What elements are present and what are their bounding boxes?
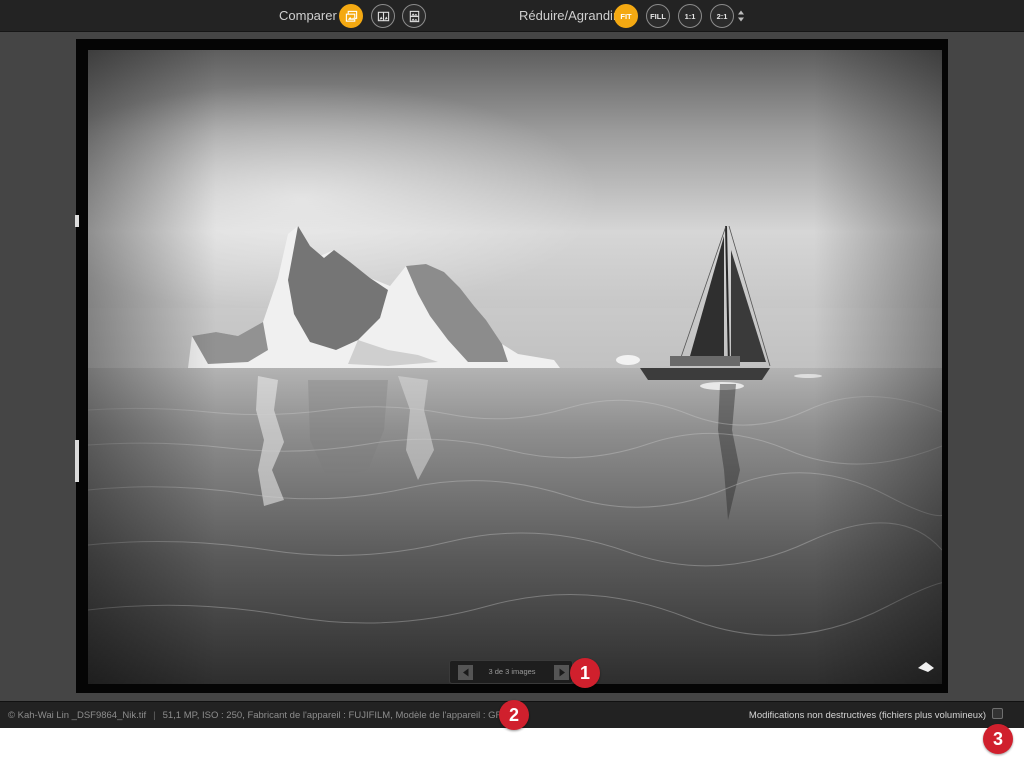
film-edge-marking [75,215,79,227]
nondestructive-label: Modifications non destructives (fichiers… [748,710,986,721]
compare-single-button[interactable] [339,4,363,28]
image-counter: 3 de 3 images [488,667,536,676]
seascape-photo [88,50,942,684]
status-separator: | [153,710,156,721]
film-edge-marking [75,440,79,482]
compare-split-button[interactable] [402,4,426,28]
image-metadata: © Kah-Wai Lin _DSF9864_Nik.tif | 51,1 MP, … [8,710,528,721]
file-name: © Kah-Wai Lin _DSF9864_Nik.tif [8,710,147,721]
zoom-1-1-button[interactable]: 1:1 [678,4,702,28]
triangle-right-icon [559,668,565,677]
nondestructive-checkbox[interactable] [992,708,1003,719]
zoom-fit-button[interactable]: FIT [614,4,638,28]
image-pager: 3 de 3 images [449,660,573,684]
compare-single-icon [345,10,357,22]
zoom-label: Réduire/Agrandir [519,8,618,23]
zoom-fill-button[interactable]: FILL [646,4,670,28]
camera-info: 51,1 MP, ISO : 250, Fabricant de l'appar… [162,710,528,721]
viewer-window: Comparer Réduire/Agrandir FIT FILL 1:1 2… [0,0,1024,728]
triangle-left-icon [462,668,468,677]
callout-badge-1: 1 [570,658,600,688]
compare-label: Comparer [279,8,337,23]
compare-side-by-side-icon [377,11,389,21]
compare-split-icon [409,10,419,22]
callout-badge-3: 3 [983,724,1013,754]
zoom-stepper-icon[interactable] [737,9,745,23]
top-toolbar: Comparer Réduire/Agrandir FIT FILL 1:1 2… [0,0,1024,32]
callout-badge-2: 2 [499,700,529,730]
next-image-button[interactable] [554,665,569,680]
zoom-2-1-button[interactable]: 2:1 [710,4,734,28]
preview-image [88,50,942,684]
previous-image-button[interactable] [458,665,473,680]
compare-side-by-side-button[interactable] [371,4,395,28]
